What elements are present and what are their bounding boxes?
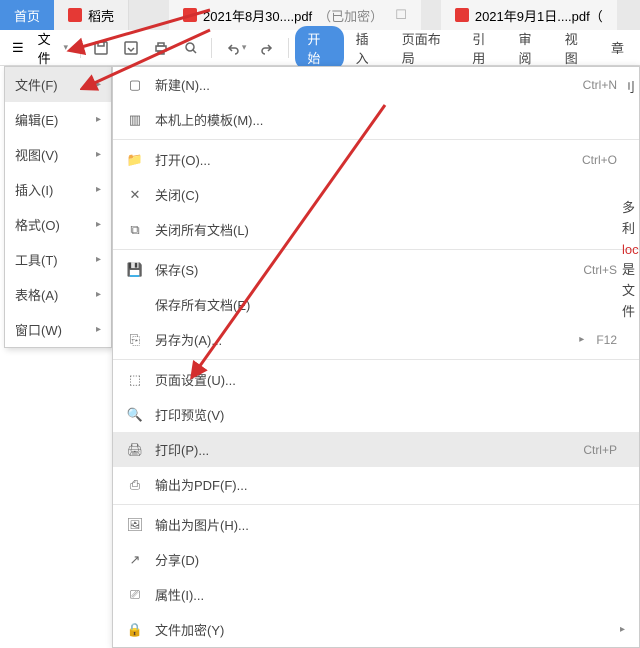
separator bbox=[80, 38, 81, 58]
hamburger-icon[interactable]: ☰ bbox=[6, 36, 30, 60]
chevron-right-icon: ▸ bbox=[620, 624, 625, 635]
sub-encrypt[interactable]: 🔒 文件加密(Y) ▸ bbox=[113, 612, 639, 647]
tab-layout[interactable]: 页面布局 bbox=[392, 25, 460, 71]
tab-suffix: （已加密） bbox=[318, 6, 383, 25]
preview-icon: 🔍 bbox=[127, 407, 143, 423]
sub-save-all[interactable]: 保存所有文档(E) bbox=[113, 287, 639, 322]
chevron-right-icon: ▸ bbox=[96, 114, 101, 125]
side-item-file[interactable]: 文件(F)▸ bbox=[5, 67, 111, 102]
redo-icon[interactable] bbox=[254, 36, 282, 60]
chevron-down-icon: ▾ bbox=[242, 42, 247, 53]
dockshell-icon bbox=[68, 8, 82, 22]
sub-share[interactable]: ↗ 分享(D) bbox=[113, 542, 639, 577]
chevron-right-icon: ▸ bbox=[96, 289, 101, 300]
sub-close-all[interactable]: ⧉ 关闭所有文档(L) bbox=[113, 212, 639, 247]
save-icon: 💾 bbox=[127, 262, 143, 278]
close-icon[interactable]: ☐ bbox=[395, 7, 407, 23]
side-item-window[interactable]: 窗口(W)▸ bbox=[5, 312, 111, 347]
side-item-view[interactable]: 视图(V)▸ bbox=[5, 137, 111, 172]
sub-export-pdf[interactable]: ⎙ 输出为PDF(F)... bbox=[113, 467, 639, 502]
close-all-icon: ⧉ bbox=[127, 222, 143, 238]
side-item-edit[interactable]: 编辑(E)▸ bbox=[5, 102, 111, 137]
side-item-tools[interactable]: 工具(T)▸ bbox=[5, 242, 111, 277]
side-item-table[interactable]: 表格(A)▸ bbox=[5, 277, 111, 312]
separator bbox=[211, 38, 212, 58]
new-file-icon: ▢ bbox=[127, 77, 143, 93]
pdf-icon bbox=[455, 8, 469, 22]
save-all-icon bbox=[127, 297, 143, 313]
save-icon[interactable] bbox=[87, 36, 115, 60]
chevron-right-icon: ▸ bbox=[96, 79, 101, 90]
file-menu[interactable]: 文件 ▾ bbox=[32, 25, 74, 71]
sub-open[interactable]: 📁 打开(O)... Ctrl+O bbox=[113, 142, 639, 177]
chevron-right-icon: ▸ bbox=[579, 334, 584, 345]
print-icon[interactable] bbox=[147, 36, 175, 60]
template-icon: ▥ bbox=[127, 112, 143, 128]
file-label: 文件 bbox=[38, 29, 62, 67]
chevron-right-icon: ▸ bbox=[96, 219, 101, 230]
menu-separator bbox=[113, 359, 639, 360]
sub-page-setup[interactable]: ⬚ 页面设置(U)... bbox=[113, 362, 639, 397]
tab-reference[interactable]: 引用 bbox=[462, 25, 506, 71]
tab-label: 2021年9月1日....pdf（ bbox=[475, 6, 603, 25]
right-edge-text2: 多利loc是文件 bbox=[622, 198, 640, 323]
chevron-right-icon: ▸ bbox=[96, 149, 101, 160]
tab-label: 2021年8月30....pdf bbox=[203, 6, 312, 25]
tab-insert[interactable]: 插入 bbox=[346, 25, 390, 71]
menu-separator bbox=[113, 504, 639, 505]
chevron-right-icon: ▸ bbox=[96, 324, 101, 335]
chevron-right-icon: ▸ bbox=[96, 254, 101, 265]
separator bbox=[288, 38, 289, 58]
side-menu: 文件(F)▸ 编辑(E)▸ 视图(V)▸ 插入(I)▸ 格式(O)▸ 工具(T)… bbox=[4, 66, 112, 348]
properties-icon: ⎚ bbox=[127, 587, 143, 603]
sub-save-as[interactable]: ⎘ 另存为(A)... ▸ F12 bbox=[113, 322, 639, 357]
preview-icon[interactable] bbox=[177, 36, 205, 60]
tab-review[interactable]: 审阅 bbox=[509, 25, 553, 71]
side-item-insert[interactable]: 插入(I)▸ bbox=[5, 172, 111, 207]
sub-template[interactable]: ▥ 本机上的模板(M)... bbox=[113, 102, 639, 137]
printer-icon: 🖨 bbox=[127, 442, 143, 458]
right-edge-text: 刂 bbox=[622, 78, 640, 99]
tab-start[interactable]: 开始 bbox=[295, 26, 343, 70]
tab-chapter[interactable]: 章 bbox=[601, 34, 634, 61]
chevron-down-icon: ▾ bbox=[63, 42, 68, 53]
sub-properties[interactable]: ⎚ 属性(I)... bbox=[113, 577, 639, 612]
tab-label: 稻壳 bbox=[88, 6, 114, 25]
chevron-right-icon: ▸ bbox=[96, 184, 101, 195]
pdf-export-icon: ⎙ bbox=[127, 477, 143, 493]
lock-icon: 🔒 bbox=[127, 622, 143, 638]
pdf-icon bbox=[183, 8, 197, 22]
save-as-icon: ⎘ bbox=[127, 332, 143, 348]
save-as-icon[interactable] bbox=[117, 36, 145, 60]
tab-view[interactable]: 视图 bbox=[555, 25, 599, 71]
menu-separator bbox=[113, 139, 639, 140]
page-setup-icon: ⬚ bbox=[127, 372, 143, 388]
folder-icon: 📁 bbox=[127, 152, 143, 168]
sub-new[interactable]: ▢ 新建(N)... Ctrl+N bbox=[113, 67, 639, 102]
sub-save[interactable]: 💾 保存(S) Ctrl+S bbox=[113, 252, 639, 287]
undo-icon[interactable]: ▾ bbox=[218, 36, 253, 60]
side-item-format[interactable]: 格式(O)▸ bbox=[5, 207, 111, 242]
menu-separator bbox=[113, 249, 639, 250]
toolbar: ☰ 文件 ▾ ▾ 开始 插入 页面布局 引用 审阅 视图 章 bbox=[0, 30, 640, 66]
sub-close[interactable]: ✕ 关闭(C) bbox=[113, 177, 639, 212]
sub-print[interactable]: 🖨 打印(P)... Ctrl+P bbox=[113, 432, 639, 467]
submenu-file: ▢ 新建(N)... Ctrl+N ▥ 本机上的模板(M)... 📁 打开(O)… bbox=[112, 66, 640, 648]
share-icon: ↗ bbox=[127, 552, 143, 568]
sub-print-preview[interactable]: 🔍 打印预览(V) bbox=[113, 397, 639, 432]
close-doc-icon: ✕ bbox=[127, 187, 143, 203]
tab-label: 首页 bbox=[14, 6, 40, 25]
